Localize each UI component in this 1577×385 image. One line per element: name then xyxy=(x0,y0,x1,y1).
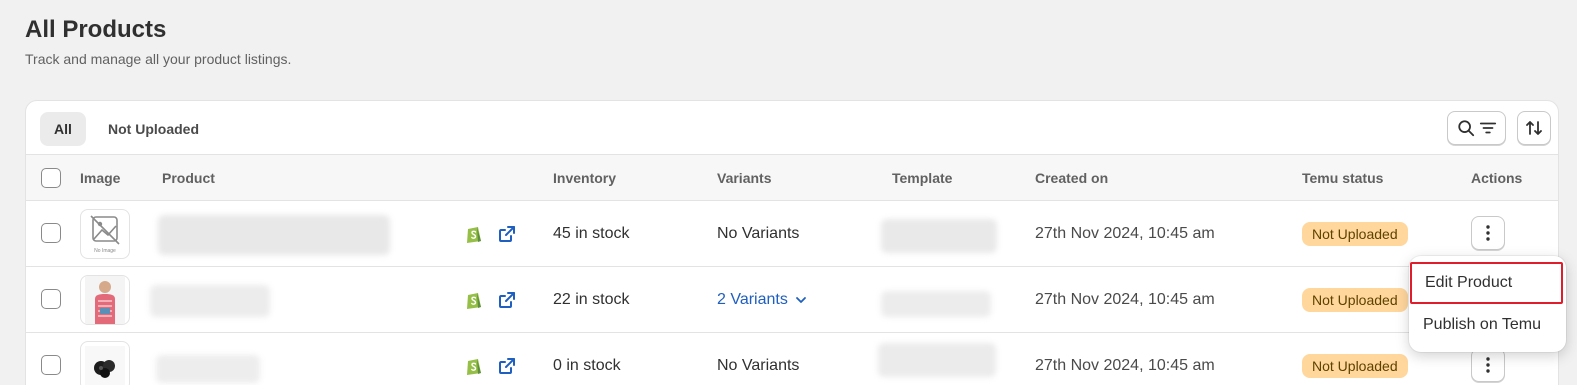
status-badge: Not Uploaded xyxy=(1302,354,1408,378)
table-header: Image Product Inventory Variants Templat… xyxy=(26,155,1558,201)
column-header-variants: Variants xyxy=(717,170,772,186)
status-badge: Not Uploaded xyxy=(1302,288,1408,312)
publish-on-temu-menu-item[interactable]: Publish on Temu xyxy=(1409,304,1566,346)
select-all-checkbox[interactable] xyxy=(41,168,61,188)
more-vertical-icon xyxy=(1486,357,1490,373)
external-link-icon[interactable] xyxy=(496,355,518,377)
product-name-redacted[interactable] xyxy=(150,285,270,317)
svg-text:No Image: No Image xyxy=(94,248,116,254)
row-checkbox[interactable] xyxy=(41,289,61,309)
sort-button[interactable] xyxy=(1517,111,1551,145)
column-header-created-on: Created on xyxy=(1035,170,1109,186)
template-redacted xyxy=(881,291,991,317)
products-card: All Not Uploaded Image Product Inventory… xyxy=(25,100,1559,385)
no-image-icon: No Image xyxy=(90,215,120,254)
row-checkbox[interactable] xyxy=(41,355,61,375)
actions-dropdown: Edit Product Publish on Temu xyxy=(1409,256,1566,352)
external-link-icon[interactable] xyxy=(496,289,518,311)
created-on-value: 27th Nov 2024, 10:45 am xyxy=(1035,291,1215,308)
inventory-value: 22 in stock xyxy=(553,291,630,308)
product-name-redacted[interactable] xyxy=(156,355,260,383)
page-title: All Products xyxy=(25,16,167,43)
column-header-temu-status: Temu status xyxy=(1302,170,1384,186)
template-redacted xyxy=(878,343,996,377)
row-actions-button[interactable] xyxy=(1471,348,1505,382)
row-actions-button[interactable] xyxy=(1471,216,1505,250)
created-on-value: 27th Nov 2024, 10:45 am xyxy=(1035,225,1215,242)
product-image: No Image xyxy=(80,209,130,259)
external-link-icon[interactable] xyxy=(496,223,518,245)
chevron-down-icon xyxy=(795,297,806,303)
table-row[interactable]: 22 in stock 2 Variants 27th Nov 2024, 10… xyxy=(26,267,1558,333)
person-photo xyxy=(85,276,125,324)
template-redacted xyxy=(881,219,997,253)
shopify-icon[interactable] xyxy=(463,223,485,245)
inventory-value: 45 in stock xyxy=(553,225,630,242)
status-badge: Not Uploaded xyxy=(1302,222,1408,246)
tab-all[interactable]: All xyxy=(40,112,86,146)
sort-icon xyxy=(1526,121,1542,135)
search-icon xyxy=(1457,120,1474,137)
column-header-inventory: Inventory xyxy=(553,170,617,186)
search-filter-button[interactable] xyxy=(1447,111,1506,145)
shopify-icon[interactable] xyxy=(463,355,485,377)
column-header-template: Template xyxy=(892,170,953,186)
shopify-icon[interactable] xyxy=(463,289,485,311)
column-header-image: Image xyxy=(80,170,121,186)
variants-value: No Variants xyxy=(717,357,800,374)
variants-link[interactable]: 2 Variants xyxy=(717,267,808,333)
table-row[interactable]: 0 in stock No Variants 27th Nov 2024, 10… xyxy=(26,333,1558,385)
column-header-actions: Actions xyxy=(1471,170,1523,186)
product-image xyxy=(80,275,130,325)
row-checkbox[interactable] xyxy=(41,223,61,243)
created-on-value: 27th Nov 2024, 10:45 am xyxy=(1035,357,1215,374)
page-subtitle: Track and manage all your product listin… xyxy=(25,51,292,67)
table-row[interactable]: No Image 45 in stock No Variants 27th No… xyxy=(26,201,1558,267)
product-photo xyxy=(85,346,125,385)
variants-value: No Variants xyxy=(717,225,800,242)
product-name-redacted[interactable] xyxy=(158,215,390,255)
filter-icon xyxy=(1479,122,1496,134)
column-header-product: Product xyxy=(162,170,215,186)
edit-product-menu-item[interactable]: Edit Product xyxy=(1410,262,1563,304)
tabs-bar: All Not Uploaded xyxy=(26,101,1558,155)
variants-link-label: 2 Variants xyxy=(717,291,788,308)
more-vertical-icon xyxy=(1486,225,1490,241)
tab-not-uploaded[interactable]: Not Uploaded xyxy=(94,112,213,146)
inventory-value: 0 in stock xyxy=(553,357,621,374)
product-image xyxy=(80,341,130,385)
